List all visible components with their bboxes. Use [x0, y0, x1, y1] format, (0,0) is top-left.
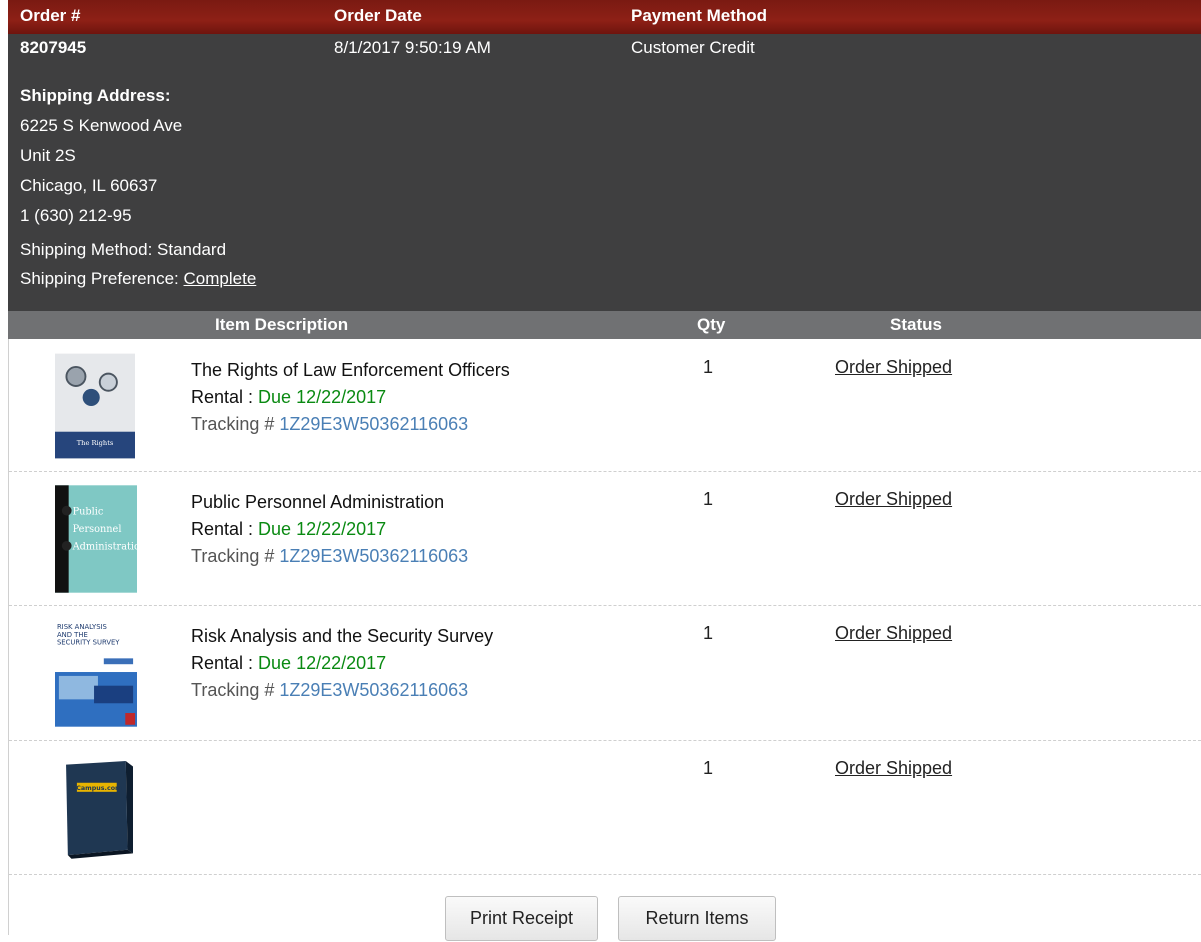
cover-text: Personnel: [73, 524, 122, 535]
rental-label: Rental :: [191, 387, 259, 407]
rental-info: Rental : Due 12/22/2017: [191, 516, 468, 543]
rental-info: Rental : Due 12/22/2017: [191, 384, 510, 411]
order-date: 8/1/2017 9:50:19 AM: [334, 38, 491, 57]
shipping-preference-link[interactable]: Complete: [184, 269, 257, 288]
shipping-preference-label: Shipping Preference:: [20, 269, 179, 288]
item-qty: 1: [703, 758, 714, 778]
cover-text: eCampus.com: [72, 785, 122, 792]
item-description: Public Personnel Administration Rental :…: [191, 489, 468, 570]
order-status-link[interactable]: Order Shipped: [835, 489, 952, 510]
rental-info: Rental : Due 12/22/2017: [191, 650, 493, 677]
address-line: Chicago, IL 60637: [20, 176, 158, 195]
qty-header: Qty: [697, 315, 726, 334]
cover-text: SECURITY SURVEY: [57, 639, 120, 647]
order-status-link[interactable]: Order Shipped: [835, 758, 952, 779]
order-panel: Order # Order Date Payment Method 820794…: [8, 0, 1201, 935]
tracking-label: Tracking #: [191, 546, 280, 566]
action-buttons: Print Receipt Return Items: [0, 896, 1201, 941]
payment-method-label: Payment Method: [631, 6, 768, 25]
tracking-info: Tracking # 1Z29E3W50362116063: [191, 677, 493, 704]
cover-text: The Rights: [77, 439, 114, 447]
due-date: Due 12/22/2017: [258, 387, 387, 407]
phone-number: 1 (630) 212-95: [20, 206, 132, 225]
list-item: RISK ANALYSIS AND THE SECURITY SURVEY Ri…: [9, 606, 1201, 741]
cover-text: Administration: [72, 542, 137, 553]
shipping-meta: Shipping Method: Standard Shipping Prefe…: [20, 235, 256, 293]
items-list: The Rights The Rights of Law Enforcement…: [8, 339, 1201, 935]
cover-text: Public: [73, 507, 104, 518]
order-number-label: Order #: [20, 6, 81, 25]
rental-label: Rental :: [191, 653, 259, 673]
cover-text: AND THE: [57, 631, 88, 639]
order-info: 8207945 8/1/2017 9:50:19 AM Customer Cre…: [8, 34, 1201, 311]
book-cover-thumbnail[interactable]: The Rights: [55, 353, 135, 459]
tracking-info: Tracking # 1Z29E3W50362116063: [191, 543, 468, 570]
item-description-header: Item Description: [215, 315, 349, 334]
book-cover-thumbnail[interactable]: Public Personnel Administration: [55, 485, 137, 593]
address-line: Unit 2S: [20, 146, 76, 165]
book-cover-thumbnail[interactable]: RISK ANALYSIS AND THE SECURITY SURVEY: [55, 619, 137, 727]
items-header: Item Description Qty Status: [8, 311, 1201, 339]
due-date: Due 12/22/2017: [258, 653, 387, 673]
item-qty: 1: [703, 489, 714, 509]
address-line: 6225 S Kenwood Ave: [20, 116, 183, 135]
return-items-button[interactable]: Return Items: [618, 896, 776, 941]
list-item: The Rights The Rights of Law Enforcement…: [9, 339, 1201, 472]
shipping-method: Shipping Method: Standard: [20, 240, 227, 259]
payment-method: Customer Credit: [631, 38, 755, 57]
rental-label: Rental :: [191, 519, 259, 539]
order-number: 8207945: [20, 38, 87, 57]
status-header: Status: [890, 315, 942, 334]
book-cover-thumbnail[interactable]: eCampus.com: [57, 757, 133, 861]
tracking-label: Tracking #: [191, 414, 280, 434]
print-receipt-button[interactable]: Print Receipt: [445, 896, 598, 941]
cover-text: RISK ANALYSIS: [57, 623, 107, 631]
due-date: Due 12/22/2017: [258, 519, 387, 539]
shipping-address: Shipping Address: 6225 S Kenwood Ave Uni…: [20, 81, 182, 231]
item-description: The Rights of Law Enforcement Officers R…: [191, 357, 510, 438]
tracking-label: Tracking #: [191, 680, 280, 700]
tracking-number[interactable]: 1Z29E3W50362116063: [279, 546, 468, 566]
tracking-number[interactable]: 1Z29E3W50362116063: [279, 414, 468, 434]
item-qty: 1: [703, 623, 714, 643]
list-item: Public Personnel Administration Public P…: [9, 472, 1201, 606]
shipping-address-label: Shipping Address:: [20, 86, 171, 105]
tracking-info: Tracking # 1Z29E3W50362116063: [191, 411, 510, 438]
item-title: Public Personnel Administration: [191, 492, 445, 512]
order-status-link[interactable]: Order Shipped: [835, 357, 952, 378]
item-description: Risk Analysis and the Security Survey Re…: [191, 623, 493, 704]
item-title: The Rights of Law Enforcement Officers: [191, 360, 510, 380]
list-item: eCampus.com 1 Order Shipped: [9, 741, 1201, 875]
item-title: Risk Analysis and the Security Survey: [191, 626, 494, 646]
order-header-bar: Order # Order Date Payment Method: [8, 0, 1201, 34]
tracking-number[interactable]: 1Z29E3W50362116063: [279, 680, 468, 700]
item-qty: 1: [703, 357, 714, 377]
order-status-link[interactable]: Order Shipped: [835, 623, 952, 644]
order-date-label: Order Date: [334, 6, 422, 25]
